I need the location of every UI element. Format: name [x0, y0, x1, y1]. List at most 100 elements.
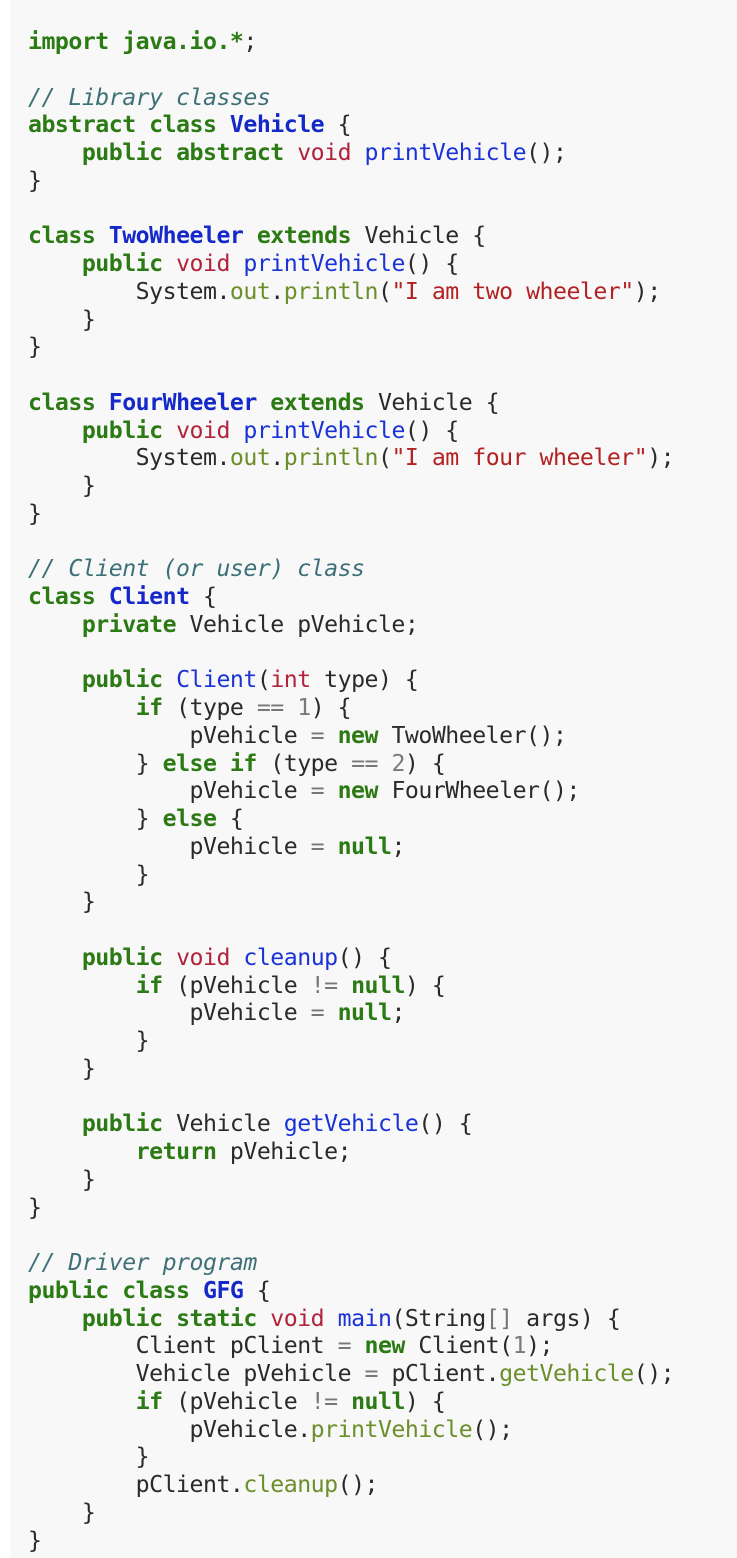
- code-token: }: [28, 860, 150, 888]
- code-token: int: [270, 666, 325, 694]
- code-token: // Driver program: [28, 1249, 257, 1276]
- code-token: new: [364, 1332, 419, 1360]
- code-line: // Client (or user) class: [28, 555, 674, 583]
- code-token: TwoWheeler: [108, 222, 244, 250]
- code-token: ) {: [310, 694, 352, 721]
- code-token: ();: [472, 1415, 513, 1443]
- code-line: }: [28, 1194, 674, 1222]
- code-token: cleanup: [243, 943, 338, 971]
- code-line: }: [28, 472, 674, 500]
- code-token: }: [28, 1526, 42, 1554]
- code-token: void: [176, 943, 244, 971]
- code-token: printVehicle: [310, 1415, 473, 1443]
- code-token: public static: [81, 1304, 271, 1332]
- code-token: class: [28, 222, 109, 250]
- code-token: ;: [391, 832, 405, 860]
- code-token: FourWheeler: [108, 388, 258, 416]
- code-block: import java.io.*; // Library classes abst…: [10, 0, 737, 1558]
- code-token: public: [81, 416, 177, 444]
- code-token: public: [81, 1110, 177, 1138]
- code-line: public void printVehicle() {: [28, 250, 674, 278]
- code-token: void: [270, 1304, 338, 1332]
- code-token: }: [28, 1054, 96, 1082]
- code-line: }: [28, 888, 674, 916]
- code-token: Client(: [418, 1332, 513, 1360]
- code-token: );: [647, 444, 675, 472]
- code-token: []: [485, 1304, 513, 1332]
- code-token: Vehicle: [364, 222, 473, 250]
- code-token: ) {: [404, 749, 446, 777]
- code-token: ==: [256, 694, 298, 721]
- code-token: ==: [351, 749, 392, 777]
- code-token: cleanup: [243, 1471, 338, 1498]
- code-token: println: [283, 444, 379, 472]
- code-token: {: [229, 805, 244, 832]
- code-token: printVehicle: [364, 139, 527, 166]
- code-token: class: [28, 388, 109, 416]
- code-token: printVehicle: [243, 250, 405, 277]
- code-token: =: [364, 1360, 392, 1387]
- code-token: ;: [391, 999, 405, 1027]
- code-line: public abstract void printVehicle();: [28, 139, 674, 167]
- code-token: if: [135, 694, 177, 721]
- code-line: System.out.println("I am two wheeler");: [28, 278, 674, 306]
- code-token: println: [283, 277, 379, 305]
- code-token: }: [28, 888, 96, 916]
- code-token: // Client (or user) class: [28, 555, 365, 583]
- code-line: if (pVehicle != null) {: [28, 972, 674, 1000]
- code-token: out: [229, 277, 271, 305]
- code-token: pClient.: [28, 1471, 244, 1498]
- code-token: void: [176, 250, 244, 277]
- code-line: }: [28, 333, 674, 361]
- code-line: } else if (type == 2) {: [28, 750, 674, 778]
- code-token: pClient.: [391, 1360, 500, 1387]
- code-token: }: [28, 333, 42, 361]
- code-token: getVehicle: [499, 1360, 634, 1387]
- code-token: {: [324, 111, 352, 139]
- code-token: (: [378, 444, 392, 472]
- code-token: Client: [176, 666, 257, 694]
- code-token: pVehicle: [28, 721, 311, 749]
- code-token: pVehicle: [28, 999, 311, 1027]
- code-token: }: [28, 499, 42, 527]
- code-line: Client pClient = new Client(1);: [28, 1332, 674, 1360]
- code-token: public: [81, 666, 177, 694]
- code-token: Client: [108, 583, 190, 610]
- code-token: Vehicle pVehicle: [28, 1360, 365, 1387]
- code-token: public class: [28, 1276, 203, 1304]
- code-token: Vehicle: [377, 388, 486, 416]
- code-token: FourWheeler();: [391, 777, 580, 805]
- code-line: }: [28, 500, 674, 528]
- code-token: ();: [337, 1471, 379, 1498]
- code-token: =: [310, 721, 338, 749]
- code-token: void: [176, 416, 244, 444]
- code-token: {: [243, 1276, 271, 1304]
- code-token: ) {: [404, 971, 446, 999]
- code-token: null: [351, 971, 405, 999]
- code-token: (String: [391, 1304, 486, 1332]
- code-token: pVehicle: [28, 777, 311, 805]
- code-line: class FourWheeler extends Vehicle {: [28, 389, 674, 417]
- code-line: pVehicle = new FourWheeler();: [28, 777, 674, 805]
- code-token: Vehicle: [176, 1110, 284, 1138]
- code-token: ;: [243, 28, 257, 55]
- code-line: pVehicle = null;: [28, 833, 674, 861]
- code-token: 1: [512, 1332, 527, 1360]
- code-token: Vehicle pVehicle;: [189, 610, 419, 638]
- code-line: } else {: [28, 805, 674, 833]
- code-token: extends: [256, 388, 378, 416]
- code-listing: import java.io.*; // Library classes abst…: [28, 28, 675, 1554]
- code-line: abstract class Vehicle {: [28, 111, 674, 139]
- code-line: pVehicle = null;: [28, 999, 674, 1027]
- code-line: class TwoWheeler extends Vehicle {: [28, 222, 674, 250]
- code-line: // Library classes: [28, 84, 674, 112]
- code-line: public class GFG {: [28, 1277, 674, 1305]
- code-line: }: [28, 306, 674, 334]
